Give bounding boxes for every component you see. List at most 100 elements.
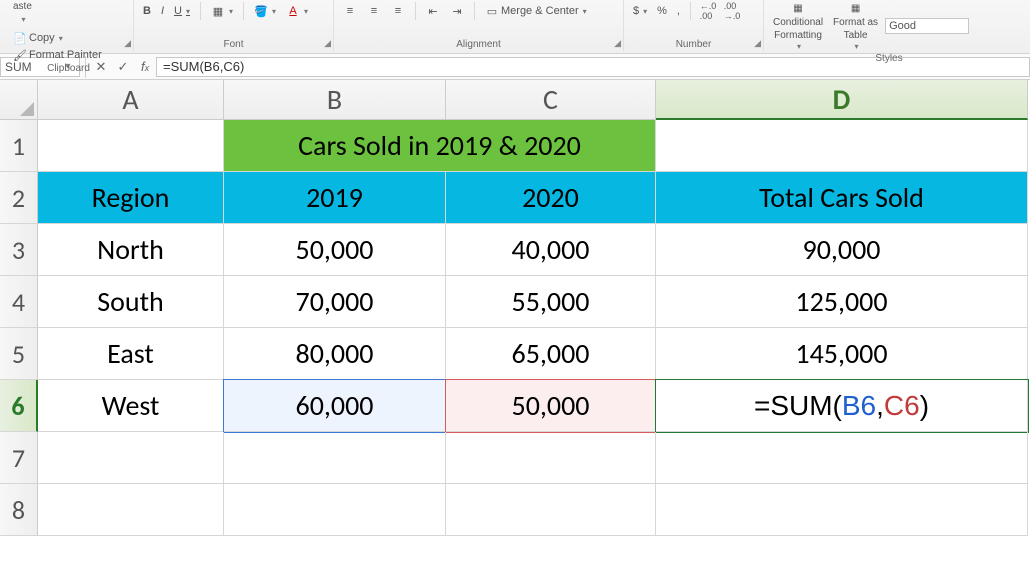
format-painter-label: Format Painter [29, 49, 102, 61]
cell-B3[interactable]: 50,000 [224, 224, 446, 276]
cell-B8[interactable] [224, 484, 446, 536]
align-bottom-button[interactable]: ≡ [388, 3, 408, 19]
cell-style-good[interactable]: Good [885, 18, 969, 34]
separator [243, 2, 244, 20]
dialog-launcher-icon[interactable]: ◢ [124, 38, 131, 49]
separator [474, 2, 475, 20]
comma-style-button[interactable]: , [674, 4, 683, 18]
merge-label: Merge & Center [501, 5, 579, 17]
cell-D3[interactable]: 90,000 [656, 224, 1028, 276]
decrease-decimal-button[interactable]: .00→.0 [722, 3, 742, 19]
accounting-format-button[interactable]: $ [630, 4, 650, 18]
paste-button[interactable]: aste [10, 0, 35, 26]
col-header-C[interactable]: C [446, 80, 656, 120]
cell-A4[interactable]: South [38, 276, 224, 328]
format-as-table-button[interactable]: ▦ Format as Table [830, 0, 881, 53]
cell-C5[interactable]: 65,000 [446, 328, 656, 380]
indent-icon: ⇥ [450, 4, 464, 18]
align-top-icon: ≡ [343, 4, 357, 18]
decrease-decimal-icon: .00→.0 [725, 4, 739, 18]
cell-B7[interactable] [224, 432, 446, 484]
ribbon: aste 📄 Copy 🖌 Format Painter Clipboard ◢… [0, 0, 1030, 54]
chevron-down-icon [19, 14, 25, 25]
row-header-8[interactable]: 8 [0, 484, 38, 536]
cell-C7[interactable] [446, 432, 656, 484]
group-clipboard: aste 📄 Copy 🖌 Format Painter Clipboard ◢ [4, 0, 134, 51]
conditional-formatting-icon: ▦ [791, 1, 805, 15]
select-all-corner[interactable] [0, 80, 38, 120]
group-label: Clipboard [10, 63, 127, 75]
cell-D1[interactable] [656, 120, 1028, 172]
merge-center-button[interactable]: ▭ Merge & Center [482, 3, 590, 19]
cell-D4[interactable]: 125,000 [656, 276, 1028, 328]
borders-icon: ▦ [211, 4, 225, 18]
cell-A5[interactable]: East [38, 328, 224, 380]
fill-color-button[interactable]: 🪣 [251, 3, 279, 19]
cell-A8[interactable] [38, 484, 224, 536]
cell-D6[interactable]: =SUM(B6,C6) [656, 380, 1028, 432]
align-middle-icon: ≡ [367, 4, 381, 18]
separator [415, 2, 416, 20]
cell-formula-display: =SUM(B6,C6) [754, 390, 929, 422]
separator [690, 2, 691, 20]
group-label: Styles [770, 53, 1008, 65]
row-header-6[interactable]: 6 [0, 380, 38, 432]
col-header-D[interactable]: D [656, 80, 1028, 120]
cell-B6[interactable]: 60,000 [224, 380, 446, 432]
dialog-launcher-icon[interactable]: ◢ [614, 38, 621, 49]
cell-B2[interactable]: 2019 [224, 172, 446, 224]
row-header-4[interactable]: 4 [0, 276, 38, 328]
cell-D5[interactable]: 145,000 [656, 328, 1028, 380]
cell-D8[interactable] [656, 484, 1028, 536]
underline-button[interactable]: U [171, 4, 193, 18]
cell-A1[interactable] [38, 120, 224, 172]
font-color-button[interactable]: A [283, 3, 311, 19]
separator [200, 2, 201, 20]
align-middle-button[interactable]: ≡ [364, 3, 384, 19]
conditional-formatting-button[interactable]: ▦ Conditional Formatting [770, 0, 826, 53]
row-header-3[interactable]: 3 [0, 224, 38, 276]
cell-D2[interactable]: Total Cars Sold [656, 172, 1028, 224]
paste-label: aste [13, 1, 32, 12]
group-number: $ % , ←.0.00 .00→.0 Number ◢ [624, 0, 764, 51]
row-header-7[interactable]: 7 [0, 432, 38, 484]
bold-button[interactable]: B [140, 4, 154, 18]
italic-button[interactable]: I [158, 4, 167, 18]
copy-button[interactable]: 📄 Copy [10, 30, 105, 46]
cell-C6[interactable]: 50,000 [446, 380, 656, 432]
row-header-2[interactable]: 2 [0, 172, 38, 224]
decrease-indent-button[interactable]: ⇤ [423, 3, 443, 19]
cell-A3[interactable]: North [38, 224, 224, 276]
cell-B4[interactable]: 70,000 [224, 276, 446, 328]
insert-function-button[interactable]: fx [134, 56, 156, 78]
increase-indent-button[interactable]: ⇥ [447, 3, 467, 19]
dialog-launcher-icon[interactable]: ◢ [324, 38, 331, 49]
cell-C4[interactable]: 55,000 [446, 276, 656, 328]
cell-B5[interactable]: 80,000 [224, 328, 446, 380]
group-label: Number [630, 39, 757, 51]
format-painter-button[interactable]: 🖌 Format Painter [10, 47, 105, 63]
format-painter-icon: 🖌 [13, 48, 27, 62]
group-font: B I U ▦ 🪣 A Font ◢ [134, 0, 334, 51]
cell-A2[interactable]: Region [38, 172, 224, 224]
percent-button[interactable]: % [654, 4, 670, 18]
increase-decimal-button[interactable]: ←.0.00 [698, 3, 718, 19]
col-header-A[interactable]: A [38, 80, 224, 120]
cell-B1-merged[interactable]: Cars Sold in 2019 & 2020 [224, 120, 656, 172]
copy-label: Copy [29, 32, 55, 44]
cell-A6[interactable]: West [38, 380, 224, 432]
borders-button[interactable]: ▦ [208, 3, 236, 19]
col-header-B[interactable]: B [224, 80, 446, 120]
dialog-launcher-icon[interactable]: ◢ [754, 38, 761, 49]
cell-C3[interactable]: 40,000 [446, 224, 656, 276]
spreadsheet-grid: A B C D 1 2 3 4 5 6 7 8 Cars Sold in 201… [0, 80, 1030, 583]
align-top-button[interactable]: ≡ [340, 3, 360, 19]
cell-C8[interactable] [446, 484, 656, 536]
group-styles: ▦ Conditional Formatting ▦ Format as Tab… [764, 0, 1014, 51]
row-header-5[interactable]: 5 [0, 328, 38, 380]
cell-A7[interactable] [38, 432, 224, 484]
increase-decimal-icon: ←.0.00 [701, 4, 715, 18]
row-header-1[interactable]: 1 [0, 120, 38, 172]
cell-D7[interactable] [656, 432, 1028, 484]
cell-C2[interactable]: 2020 [446, 172, 656, 224]
